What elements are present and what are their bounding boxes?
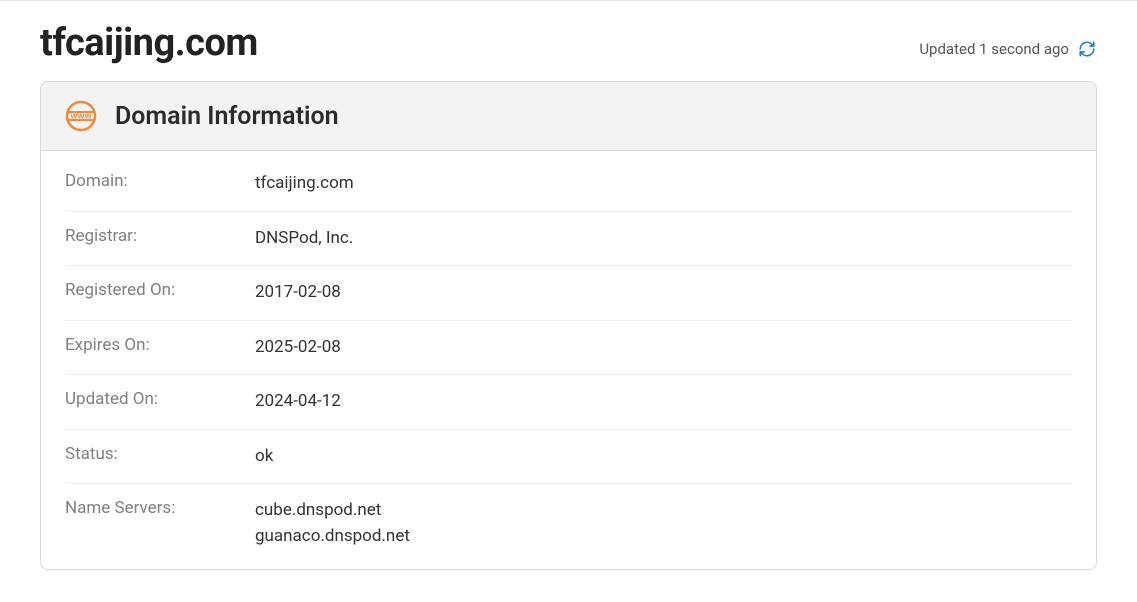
- table-row: Updated On: 2024-04-12: [65, 375, 1072, 430]
- row-label: Registrar:: [65, 226, 255, 252]
- table-row: Name Servers: cube.dnspod.net guanaco.dn…: [65, 484, 1072, 563]
- row-value: tfcaijing.com: [255, 171, 354, 197]
- table-row: Registered On: 2017-02-08: [65, 266, 1072, 321]
- domain-title: tfcaijing.com: [40, 21, 258, 65]
- row-label: Expires On:: [65, 335, 255, 361]
- card-title: Domain Information: [115, 102, 339, 131]
- card-header: WWW Domain Information: [41, 82, 1096, 151]
- row-value: 2024-04-12: [255, 389, 341, 415]
- row-label: Status:: [65, 444, 255, 470]
- info-table: Domain: tfcaijing.com Registrar: DNSPod,…: [41, 151, 1096, 569]
- row-value: 2017-02-08: [255, 280, 341, 306]
- updated-status: Updated 1 second ago: [919, 39, 1097, 65]
- header-row: tfcaijing.com Updated 1 second ago: [40, 21, 1097, 65]
- www-icon: WWW: [65, 100, 97, 132]
- domain-info-card: WWW Domain Information Domain: tfcaijing…: [40, 81, 1097, 570]
- row-value: cube.dnspod.net guanaco.dnspod.net: [255, 498, 410, 549]
- row-label: Domain:: [65, 171, 255, 197]
- table-row: Registrar: DNSPod, Inc.: [65, 212, 1072, 267]
- row-label: Name Servers:: [65, 498, 255, 549]
- row-value: ok: [255, 444, 273, 470]
- page-container: tfcaijing.com Updated 1 second ago WWW: [0, 0, 1137, 590]
- row-value: DNSPod, Inc.: [255, 226, 353, 252]
- row-label: Registered On:: [65, 280, 255, 306]
- table-row: Status: ok: [65, 430, 1072, 485]
- table-row: Domain: tfcaijing.com: [65, 157, 1072, 212]
- svg-text:WWW: WWW: [70, 112, 92, 121]
- table-row: Expires On: 2025-02-08: [65, 321, 1072, 376]
- row-label: Updated On:: [65, 389, 255, 415]
- refresh-icon[interactable]: [1077, 39, 1097, 59]
- updated-text: Updated 1 second ago: [919, 40, 1069, 58]
- row-value: 2025-02-08: [255, 335, 341, 361]
